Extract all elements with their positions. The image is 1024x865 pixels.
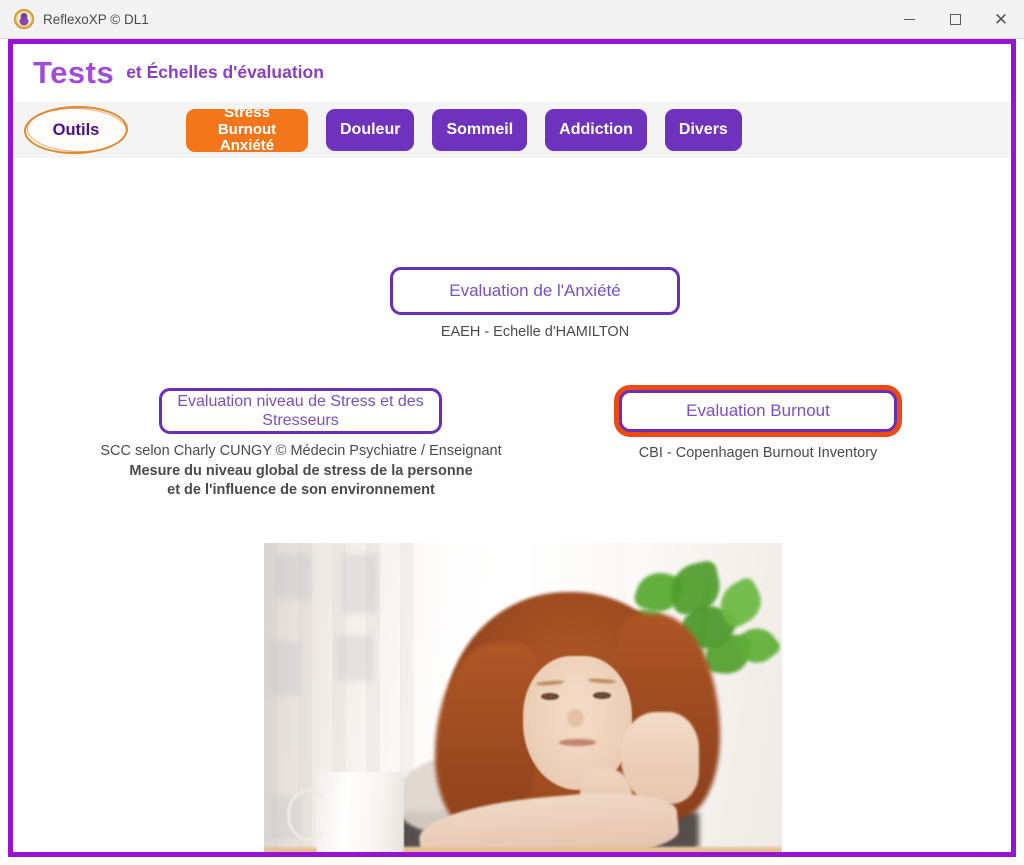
titlebar-left-group: ReflexoXP © DL1 bbox=[0, 0, 886, 38]
tab-divers[interactable]: Divers bbox=[664, 109, 742, 151]
evaluation-stress-caption-line3: et de l'influence de son environnement bbox=[167, 482, 435, 499]
application-window: ReflexoXP © DL1 ✕ Tests et Échelles d'év… bbox=[0, 0, 1024, 865]
photo-window-pane bbox=[269, 641, 301, 695]
tab-outils[interactable]: Outils bbox=[23, 104, 129, 156]
test-item-anxiete: Evaluation de l'Anxiété EAEH - Echelle d… bbox=[390, 267, 680, 343]
tab-douleur-label: Douleur bbox=[340, 121, 401, 139]
page-header: Tests et Échelles d'évaluation bbox=[13, 44, 1011, 102]
evaluation-stress-caption-line2: Mesure du niveau global de stress de la … bbox=[129, 462, 473, 479]
maximize-button[interactable] bbox=[932, 1, 978, 38]
window-title: ReflexoXP © DL1 bbox=[43, 11, 149, 27]
app-logo-icon bbox=[14, 9, 34, 29]
maximize-icon bbox=[949, 13, 961, 25]
photo-hand bbox=[621, 712, 700, 805]
tab-label-line2: Anxiété bbox=[219, 137, 275, 155]
evaluation-stress-caption: SCC selon Charly CUNGY © Médecin Psychia… bbox=[91, 442, 511, 501]
evaluation-anxiete-caption-line1: EAEH - Echelle d'HAMILTON bbox=[440, 324, 630, 340]
evaluation-burnout-caption: CBI - Copenhagen Burnout Inventory bbox=[608, 444, 908, 464]
evaluation-stress-button-label-line2: Stresseurs bbox=[262, 412, 339, 429]
photo-mug-handle bbox=[287, 789, 330, 842]
app-frame-inner: Tests et Échelles d'évaluation Outils St… bbox=[13, 44, 1011, 852]
evaluation-burnout-caption-line1: CBI - Copenhagen Burnout Inventory bbox=[638, 445, 878, 461]
stressed-woman-photo bbox=[264, 543, 782, 852]
photo-nose bbox=[567, 708, 584, 727]
test-item-stress: Evaluation niveau de Stress et des Stres… bbox=[100, 388, 502, 501]
tab-addiction-label: Addiction bbox=[559, 121, 633, 139]
tab-stress-burnout-anxiete[interactable]: Stress Burnout Anxiété bbox=[186, 104, 308, 154]
evaluation-stress-button[interactable]: Evaluation niveau de Stress et des Stres… bbox=[159, 388, 442, 434]
evaluation-burnout-button-label: Evaluation Burnout bbox=[686, 400, 830, 420]
tab-addiction[interactable]: Addiction bbox=[545, 109, 647, 151]
window-titlebar: ReflexoXP © DL1 ✕ bbox=[0, 0, 1024, 39]
evaluation-stress-button-label: Evaluation niveau de Stress et des Stres… bbox=[172, 392, 429, 430]
tab-stress-burnout-anxiete-label: Stress Burnout Anxiété bbox=[200, 103, 294, 155]
tab-douleur[interactable]: Douleur bbox=[326, 109, 415, 151]
test-list-area: Evaluation de l'Anxiété EAEH - Echelle d… bbox=[13, 158, 1011, 852]
photo-window-pane bbox=[274, 553, 311, 600]
tab-divers-label: Divers bbox=[678, 121, 728, 139]
app-frame: Tests et Échelles d'évaluation Outils St… bbox=[8, 39, 1016, 857]
tab-sommeil[interactable]: Sommeil bbox=[432, 109, 528, 151]
page-title: Tests bbox=[33, 55, 115, 90]
tab-outils-label: Outils bbox=[52, 120, 100, 139]
close-icon: ✕ bbox=[993, 9, 1009, 29]
photo-window-pane bbox=[341, 553, 378, 614]
category-toolbar: Outils Stress Burnout Anxiété Douleur So… bbox=[13, 102, 1011, 158]
photo-mouth bbox=[559, 738, 596, 746]
close-button[interactable]: ✕ bbox=[978, 1, 1024, 38]
evaluation-anxiete-caption: EAEH - Echelle d'HAMILTON bbox=[390, 323, 680, 343]
minimize-button[interactable] bbox=[886, 1, 932, 38]
evaluation-stress-caption-line1: SCC selon Charly CUNGY © Médecin Psychia… bbox=[100, 443, 502, 459]
evaluation-burnout-button[interactable]: Evaluation Burnout bbox=[619, 390, 897, 432]
evaluation-anxiete-button[interactable]: Evaluation de l'Anxiété bbox=[390, 267, 680, 315]
minimize-icon bbox=[903, 18, 915, 20]
evaluation-anxiete-button-label: Evaluation de l'Anxiété bbox=[449, 280, 621, 300]
page-subtitle: et Échelles d'évaluation bbox=[126, 61, 324, 82]
tab-sommeil-label: Sommeil bbox=[446, 121, 514, 139]
evaluation-stress-button-label-line1: Evaluation niveau de Stress et des bbox=[177, 392, 424, 410]
photo-window-pane bbox=[336, 634, 373, 681]
tab-label-line1: Stress Burnout bbox=[217, 103, 277, 138]
test-item-burnout: Evaluation Burnout CBI - Copenhagen Burn… bbox=[619, 390, 897, 464]
